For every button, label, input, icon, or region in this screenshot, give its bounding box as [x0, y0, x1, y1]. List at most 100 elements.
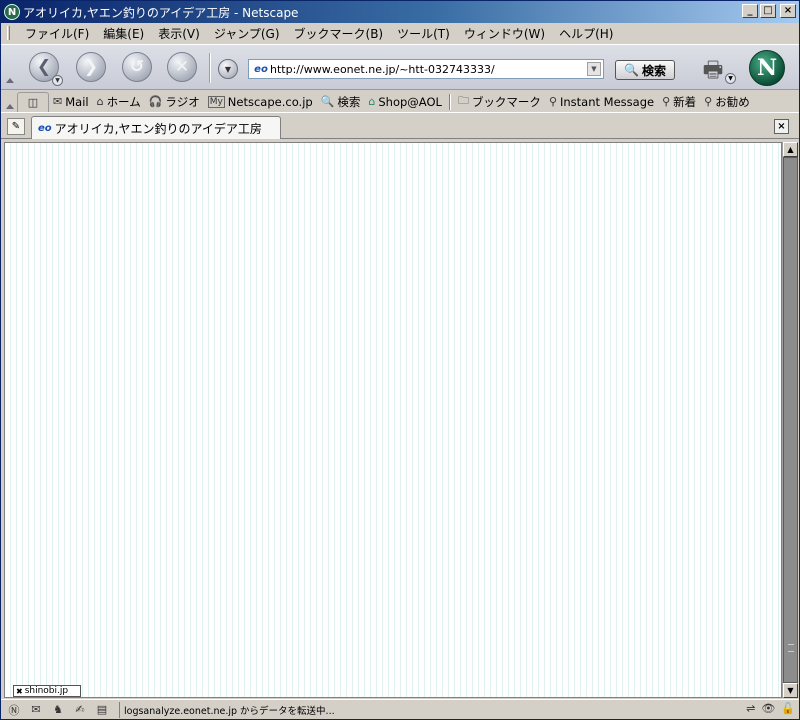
personal-item-label: お勧め [715, 94, 750, 109]
bookmark-link-icon: ⚲ [548, 95, 557, 108]
tab-favicon-icon: eo [38, 122, 52, 134]
security-lock-icon[interactable]: 🔓 [781, 702, 795, 715]
aim-icon[interactable]: ♞ [49, 702, 67, 718]
personal-item-new[interactable]: ⚲ 新着 [658, 92, 700, 112]
title-bar[interactable]: N アオリイカ,ヤエン釣りのアイデア工房 - Netscape _ □ × [1, 1, 799, 23]
status-bar: Ⓝ ✉ ♞ ✍ ▤ logsanalyze.eonet.ne.jp からデータを… [1, 699, 799, 719]
menu-tools[interactable]: ツール(T) [390, 25, 457, 42]
shinobi-shuriken-icon: ✖ [16, 686, 23, 696]
personal-item-radio[interactable]: 🎧 ラジオ [145, 92, 204, 112]
personal-item-label: Netscape.co.jp [227, 94, 313, 109]
personal-item-instant-message[interactable]: ⚲ Instant Message [545, 92, 658, 112]
personal-item-mail[interactable]: ✉ Mail [49, 92, 93, 112]
minimize-button[interactable]: _ [742, 4, 758, 18]
scrollbar-grip-icon [788, 644, 794, 652]
personal-item-shop[interactable]: ⌂ Shop@AOL [364, 92, 446, 112]
url-history-dropdown-icon[interactable]: ▼ [218, 59, 238, 79]
shinobi-label: shinobi.jp [24, 686, 69, 696]
scroll-down-arrow-icon[interactable]: ▼ [783, 683, 798, 698]
address-book-icon[interactable]: ▤ [93, 702, 111, 718]
personal-item-label: Shop@AOL [378, 94, 442, 109]
back-history-dropdown-icon[interactable]: ▼ [52, 75, 63, 86]
menu-go[interactable]: ジャンプ(G) [207, 25, 287, 42]
online-connection-icon[interactable]: ⇌ [746, 702, 755, 715]
search-button[interactable]: 🔍 検索 [615, 60, 675, 80]
menu-view[interactable]: 表示(V) [151, 25, 207, 42]
site-favicon-icon: eo [254, 63, 268, 75]
home-icon: ⌂ [96, 95, 104, 108]
stop-button[interactable]: ✕ [167, 52, 197, 82]
personal-item-label: ラジオ [165, 94, 200, 109]
menu-help[interactable]: ヘルプ(H) [552, 25, 620, 42]
url-input[interactable] [270, 61, 584, 77]
search-icon: 🔍 [320, 95, 335, 108]
stop-icon: ✕ [174, 57, 190, 77]
page-content[interactable] [4, 142, 782, 698]
window-controls: _ □ × [742, 4, 796, 18]
personal-item-label: Instant Message [560, 94, 655, 109]
shinobi-badge[interactable]: ✖ shinobi.jp [13, 685, 81, 697]
personal-item-label: 新着 [673, 94, 697, 109]
folder-icon: 🗀 [457, 94, 469, 107]
back-arrow-icon: ❮ [36, 57, 52, 77]
reload-button[interactable]: ↺ [122, 52, 152, 82]
mail-icon: ✉ [53, 95, 63, 108]
menu-window[interactable]: ウィンドウ(W) [457, 25, 552, 42]
shop-icon: ⌂ [368, 95, 376, 108]
toolbar-separator [209, 53, 211, 83]
forward-button[interactable]: ❯ [76, 52, 106, 82]
window-title: アオリイカ,ヤエン釣りのアイデア工房 - Netscape [23, 5, 299, 20]
back-button[interactable]: ❮ ▼ [29, 52, 63, 86]
personal-item-label: Mail [65, 94, 89, 109]
composer-icon[interactable]: ✍ [71, 702, 89, 718]
close-button[interactable]: × [780, 4, 796, 18]
personal-item-search[interactable]: 🔍 検索 [317, 92, 365, 112]
scrollbar-thumb[interactable] [783, 157, 798, 683]
bookmark-link-icon: ⚲ [662, 95, 671, 108]
maximize-button[interactable]: □ [760, 4, 776, 18]
print-icon[interactable]: 🖶 [698, 53, 728, 83]
personal-item-label: ホーム [106, 94, 141, 109]
sidebar-toggle-icon[interactable]: ◫ [17, 91, 49, 112]
personal-toolbar: ◫ ✉ Mail ⌂ ホーム 🎧 ラジオ My Netscape.co.jp 🔍… [1, 91, 799, 113]
personal-item-home[interactable]: ⌂ ホーム [93, 92, 145, 112]
netscape-logo-icon[interactable]: N [749, 50, 785, 86]
url-bar[interactable]: eo ▼ [248, 59, 604, 79]
menu-bar: ファイル(F) 編集(E) 表示(V) ジャンプ(G) ブックマーク(B) ツー… [1, 23, 799, 43]
toolbar-collapse-grip[interactable] [5, 51, 14, 85]
personal-item-bookmarks[interactable]: 🗀 ブックマーク [454, 92, 545, 112]
tab-bar: ✎ eo アオリイカ,ヤエン釣りのアイデア工房 × [1, 114, 799, 139]
privacy-icon[interactable]: 👁 [761, 702, 775, 715]
netscape-app-icon: N [4, 4, 20, 20]
new-tab-icon[interactable]: ✎ [7, 118, 25, 135]
my-netscape-icon: My [207, 95, 225, 108]
scroll-up-arrow-icon[interactable]: ▲ [783, 142, 798, 157]
forward-arrow-icon: ❯ [83, 57, 99, 77]
browser-window: N アオリイカ,ヤエン釣りのアイデア工房 - Netscape _ □ × ファ… [0, 0, 800, 720]
navigator-icon[interactable]: Ⓝ [5, 702, 23, 718]
personal-toolbar-grip[interactable] [5, 94, 15, 110]
navigation-toolbar: ❮ ▼ ❯ ↺ ✕ ▼ eo ▼ 🔍 検索 🖶 ▼ N [1, 44, 799, 90]
search-button-label: 検索 [641, 63, 666, 78]
personal-item-netscape[interactable]: My Netscape.co.jp [204, 92, 317, 112]
headphones-icon: 🎧 [148, 95, 163, 108]
close-tab-button[interactable]: × [774, 119, 789, 134]
reload-icon: ↺ [129, 57, 145, 77]
menu-file[interactable]: ファイル(F) [18, 25, 96, 42]
mail-icon[interactable]: ✉ [27, 702, 45, 718]
menu-grip[interactable] [7, 26, 10, 40]
print-dropdown-icon[interactable]: ▼ [725, 73, 736, 84]
personal-item-label: 検索 [337, 94, 361, 109]
vertical-scrollbar[interactable]: ▲ ▼ [782, 142, 798, 698]
status-text: logsanalyze.eonet.ne.jp からデータを転送中... [119, 701, 719, 718]
magnifier-icon: 🔍 [624, 63, 639, 77]
url-dropdown-icon[interactable]: ▼ [587, 62, 601, 76]
menu-bookmarks[interactable]: ブックマーク(B) [287, 25, 391, 42]
personal-toolbar-separator [448, 93, 451, 110]
status-indicators: ⇌ 👁 🔓 [746, 702, 795, 715]
menu-edit[interactable]: 編集(E) [96, 25, 151, 42]
tab-title: アオリイカ,ヤエン釣りのアイデア工房 [54, 121, 262, 136]
personal-item-recommend[interactable]: ⚲ お勧め [700, 92, 754, 112]
bookmark-link-icon: ⚲ [704, 95, 713, 108]
tab-active[interactable]: eo アオリイカ,ヤエン釣りのアイデア工房 [31, 116, 281, 139]
